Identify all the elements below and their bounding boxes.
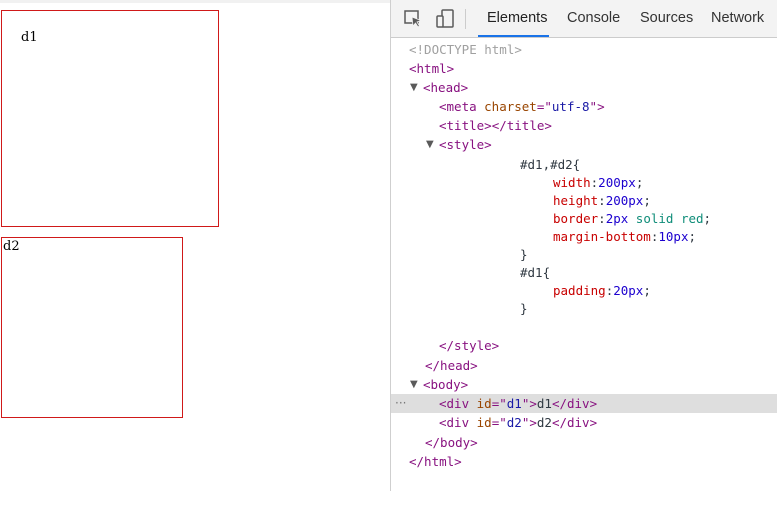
more-options-icon[interactable]: ··· <box>395 394 406 413</box>
style-close-tag: </style> <box>439 338 500 353</box>
dom-line-meta[interactable]: <meta charset="utf-8"> <box>391 97 777 116</box>
css-line-padding: padding:20px; <box>391 281 777 300</box>
div-d2-tag: <div id="d2">d2</div> <box>439 415 598 430</box>
dom-line-style[interactable]: ▼ <style> <box>391 135 777 154</box>
dom-line-body-close[interactable]: </body> <box>391 433 777 452</box>
dom-line-head-close[interactable]: </head> <box>391 356 777 375</box>
html-open-tag: <html> <box>409 61 455 76</box>
device-toolbar-icon[interactable] <box>435 9 457 29</box>
expand-triangle-icon[interactable]: ▼ <box>410 78 418 97</box>
tab-sources[interactable]: Sources <box>640 10 693 26</box>
css-margin-bottom-decl: margin-bottom:10px; <box>553 229 697 244</box>
div-d2-box[interactable]: d2 <box>1 237 183 418</box>
dom-line-doctype[interactable]: <!DOCTYPE html> <box>391 40 777 59</box>
html-close-tag: </html> <box>409 454 462 469</box>
div-d1-tag: <div id="d1">d1</div> <box>439 396 598 411</box>
css-line-selector2: #d1{ <box>391 263 777 282</box>
div-d1-box[interactable]: d1 <box>1 10 219 227</box>
tab-console[interactable]: Console <box>567 10 620 26</box>
dom-line-head[interactable]: ▼ <head> <box>391 78 777 97</box>
dom-line-div-d2[interactable]: <div id="d2">d2</div> <box>391 413 777 432</box>
viewport-top-edge <box>0 0 390 3</box>
inspect-element-icon[interactable] <box>403 9 425 29</box>
body-open-tag: <body> <box>423 377 469 392</box>
css-width-decl: width:200px; <box>553 175 644 190</box>
css-selector-d1: #d1{ <box>520 265 551 280</box>
meta-tag: <meta charset="utf-8"> <box>439 99 605 114</box>
dom-line-div-d1[interactable]: ··· <div id="d1">d1</div> <box>391 394 777 413</box>
css-border-decl: border:2px solid red; <box>553 211 712 226</box>
doctype-text: <!DOCTYPE html> <box>409 42 522 57</box>
devtools-panel: Elements Console Sources Network <!DOCTY… <box>390 0 777 491</box>
css-line-width: width:200px; <box>391 173 777 192</box>
div-d2-text: d2 <box>3 239 20 254</box>
tab-network[interactable]: Network <box>711 10 764 26</box>
head-open-tag: <head> <box>423 80 469 95</box>
active-tab-indicator <box>478 35 549 37</box>
style-open-tag: <style> <box>439 137 492 152</box>
head-close-tag: </head> <box>425 358 478 373</box>
dom-line-html-close[interactable]: </html> <box>391 452 777 471</box>
css-line-margin-bottom: margin-bottom:10px; <box>391 227 777 246</box>
css-padding-decl: padding:20px; <box>553 283 651 298</box>
dom-line-title[interactable]: <title></title> <box>391 116 777 135</box>
css-line-selector1: #d1,#d2{ <box>391 155 777 174</box>
toolbar-separator <box>465 9 466 29</box>
css-selector-d1-d2: #d1,#d2{ <box>520 157 581 172</box>
div-d1-text: d1 <box>21 30 38 45</box>
dom-line-style-close[interactable]: </style> <box>391 336 777 355</box>
expand-triangle-icon[interactable]: ▼ <box>426 135 434 154</box>
body-close-tag: </body> <box>425 435 478 450</box>
tab-elements[interactable]: Elements <box>487 10 547 26</box>
css-line-border: border:2px solid red; <box>391 209 777 228</box>
dom-line-body[interactable]: ▼ <body> <box>391 375 777 394</box>
title-tag: <title></title> <box>439 118 552 133</box>
css-line-height: height:200px; <box>391 191 777 210</box>
page-viewport: d1 d2 <box>0 0 390 491</box>
css-line-close2: } <box>391 299 777 318</box>
devtools-toolbar: Elements Console Sources Network <box>391 0 777 38</box>
css-height-decl: height:200px; <box>553 193 651 208</box>
css-line-close1: } <box>391 245 777 264</box>
css-brace-close: } <box>520 247 528 262</box>
expand-triangle-icon[interactable]: ▼ <box>410 375 418 394</box>
css-brace-close: } <box>520 301 528 316</box>
dom-line-html[interactable]: <html> <box>391 59 777 78</box>
